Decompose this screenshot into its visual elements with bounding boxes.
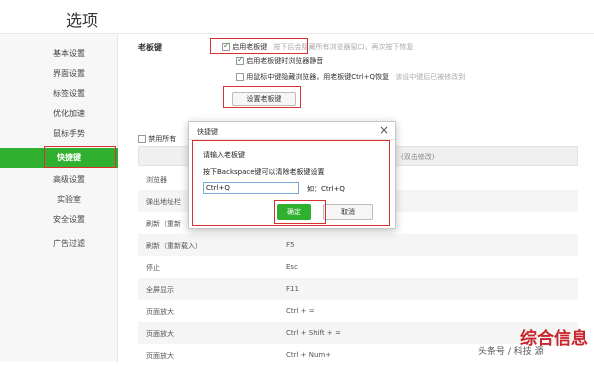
sidebar-item-interface[interactable]: 界面设置 bbox=[0, 64, 118, 84]
sidebar-item-mouse-gesture[interactable]: 鼠标手势 bbox=[0, 124, 118, 144]
enable-boss-key-checkbox[interactable] bbox=[222, 41, 230, 51]
table-row[interactable]: 刷新（重新载入） F5 bbox=[138, 234, 578, 256]
sidebar-item-shortcuts[interactable]: 快捷键 bbox=[0, 148, 118, 168]
set-boss-key-button[interactable]: 设置老板键 bbox=[232, 92, 296, 106]
cancel-button[interactable]: 取消 bbox=[323, 204, 373, 220]
shortcut-key: Ctrl + Shift + = bbox=[286, 329, 341, 337]
disable-all-checkbox[interactable] bbox=[138, 135, 146, 143]
shortcut-key: F5 bbox=[286, 241, 295, 249]
shortcut-key: F11 bbox=[286, 285, 299, 293]
dialog-prompt: 请输入老板键 bbox=[203, 151, 245, 159]
middle-click-hide-row: 用鼠标中键隐藏浏览器，用老板键Ctrl+Q恢复 该设中键后已被修改到 bbox=[236, 72, 465, 82]
shortcut-key: Esc bbox=[286, 263, 298, 271]
mute-on-boss-key-row: 启用老板键时浏览器静音 bbox=[236, 55, 324, 66]
sidebar-item-security[interactable]: 安全设置 bbox=[0, 210, 118, 230]
dialog-divider bbox=[189, 139, 395, 140]
sidebar-item-basic[interactable]: 基本设置 bbox=[0, 44, 118, 64]
sidebar-item-tabs[interactable]: 标签设置 bbox=[0, 84, 118, 104]
dialog-title: 快捷键 bbox=[197, 128, 218, 136]
shortcut-name: 停止 bbox=[146, 264, 160, 272]
mute-on-boss-key-label: 启用老板键时浏览器静音 bbox=[246, 57, 324, 65]
title-bar: 选项 bbox=[0, 0, 594, 34]
enable-boss-key-row: 启用老板键 按下后会隐藏所有浏览器窗口，再次按下恢复 bbox=[222, 41, 414, 52]
middle-click-hide-label: 用鼠标中键隐藏浏览器，用老板键Ctrl+Q恢复 bbox=[246, 73, 390, 81]
shortcut-key: Ctrl + = bbox=[286, 307, 315, 315]
dialog-instruction: 按下Backspace键可以清除老板键设置 bbox=[203, 168, 325, 176]
window-title: 选项 bbox=[66, 11, 99, 30]
table-row[interactable]: 全屏显示 F11 bbox=[138, 278, 578, 300]
sidebar: 基本设置 界面设置 标签设置 优化加速 鼠标手势 快捷键 高级设置 实验室 安全… bbox=[0, 34, 118, 362]
shortcut-dialog: 快捷键 × 请输入老板键 按下Backspace键可以清除老板键设置 Ctrl+… bbox=[188, 121, 396, 229]
shortcut-name: 全屏显示 bbox=[146, 286, 174, 294]
shortcut-name: 页面放大 bbox=[146, 308, 174, 316]
mute-on-boss-key-checkbox[interactable] bbox=[236, 55, 244, 65]
sidebar-item-optimize[interactable]: 优化加速 bbox=[0, 104, 118, 124]
dialog-example: 如：Ctrl+Q bbox=[307, 185, 345, 193]
middle-click-hide-hint: 该设中键后已被修改到 bbox=[395, 73, 466, 81]
enable-boss-key-label: 启用老板键 bbox=[232, 43, 268, 51]
middle-click-hide-checkbox[interactable] bbox=[236, 73, 244, 81]
table-row[interactable]: 页面放大 Ctrl + = bbox=[138, 300, 578, 322]
shortcut-name: 刷新（重新 bbox=[146, 220, 181, 228]
table-row[interactable]: 页面放大 Ctrl + Shift + = bbox=[138, 322, 578, 344]
shortcut-name: 弹出地址栏 bbox=[146, 198, 181, 206]
sidebar-item-advanced[interactable]: 高级设置 bbox=[0, 170, 118, 190]
disable-all-row: 禁用所有 bbox=[138, 134, 176, 144]
shortcut-key: Ctrl + Num+ bbox=[286, 351, 332, 359]
source-watermark: 头条号 / 科技 源 bbox=[478, 347, 544, 357]
boss-key-input[interactable]: Ctrl+Q bbox=[203, 182, 299, 194]
shortcut-name: 浏览器 bbox=[146, 176, 167, 184]
close-icon[interactable]: × bbox=[379, 123, 389, 137]
boss-key-section-title: 老板键 bbox=[138, 43, 162, 52]
table-row[interactable]: 停止 Esc bbox=[138, 256, 578, 278]
disable-all-label: 禁用所有 bbox=[148, 135, 177, 143]
table-header-hint: (双击修改) bbox=[401, 153, 435, 161]
enable-boss-key-hint: 按下后会隐藏所有浏览器窗口，再次按下恢复 bbox=[273, 43, 414, 51]
ok-button[interactable]: 确定 bbox=[277, 204, 311, 220]
sidebar-item-ad-filter[interactable]: 广告过滤 bbox=[0, 234, 118, 254]
shortcut-name: 页面放大 bbox=[146, 352, 174, 360]
sidebar-item-lab[interactable]: 实验室 bbox=[0, 190, 118, 210]
shortcut-name: 刷新（重新载入） bbox=[146, 242, 202, 250]
shortcut-name: 页面放大 bbox=[146, 330, 174, 338]
